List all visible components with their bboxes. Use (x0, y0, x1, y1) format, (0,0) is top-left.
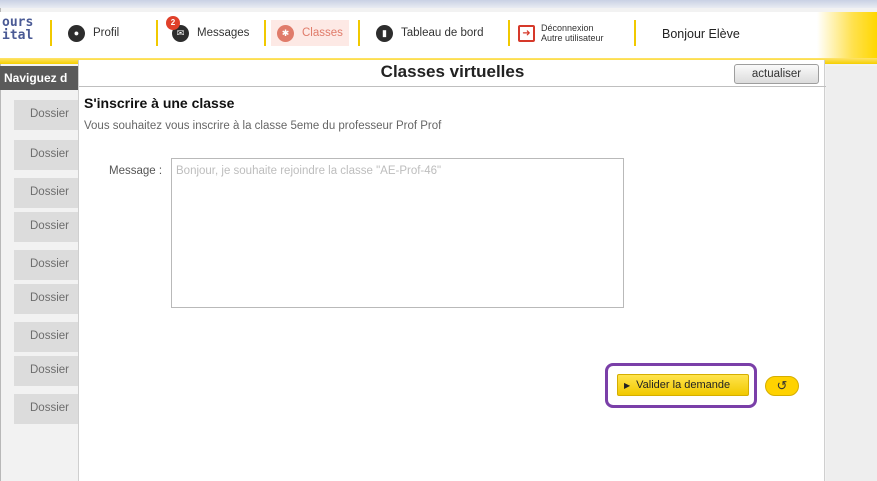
submit-request-label: Valider la demande (636, 379, 731, 391)
enrollment-description: Vous souhaitez vous inscrire à la classe… (84, 120, 442, 132)
section-title: S'inscrire à une classe (84, 95, 235, 111)
dialog-title: Classes virtuelles (380, 62, 525, 81)
sidebar-folder-item[interactable]: Dossier (14, 140, 78, 170)
chart-icon: ▮ (376, 24, 393, 42)
nav-separator (508, 20, 510, 46)
logout-label: Déconnexion (541, 23, 594, 33)
nav-separator (358, 20, 360, 46)
sidebar-folder-item[interactable]: Dossier (14, 250, 78, 280)
nav-separator (264, 20, 266, 46)
sidebar-folder-item[interactable]: Dossier (14, 212, 78, 242)
unread-messages-badge: 2 (166, 16, 180, 30)
nav-logout[interactable]: ➜ Déconnexion Autre utilisateur (518, 20, 604, 46)
submit-request-button[interactable]: ▶ Valider la demande (617, 374, 749, 396)
app-logo[interactable]: ours ital (2, 16, 48, 50)
sidebar-folder-item[interactable]: Dossier (14, 178, 78, 208)
user-greeting: Bonjour Elève (662, 27, 740, 41)
nav-separator (50, 20, 52, 46)
message-textarea[interactable] (171, 158, 624, 308)
nav-separator (634, 20, 636, 46)
nav-classes-label: Classes (302, 27, 343, 39)
undo-arrow-icon: ↺ (776, 378, 788, 393)
right-background-panel (826, 66, 877, 481)
classes-icon: ✱ (277, 24, 294, 42)
nav-messages-label: Messages (197, 27, 250, 39)
message-label: Message : (109, 165, 163, 177)
back-button[interactable]: ↺ (765, 376, 799, 396)
sidebar-folder-item[interactable]: Dossier (14, 394, 78, 424)
logo-line-2: ital (2, 28, 34, 43)
sidebar-folder-item[interactable]: Dossier (14, 356, 78, 386)
nav-profile-label: Profil (93, 27, 120, 39)
nav-separator (156, 20, 158, 46)
nav-profile[interactable]: ● Profil (68, 20, 119, 46)
sidebar-folder-item[interactable]: Dossier (14, 284, 78, 314)
nav-messages[interactable]: ✉ Messages (172, 20, 249, 46)
logout-icon: ➜ (518, 24, 535, 42)
nav-dashboard-label: Tableau de bord (401, 27, 484, 39)
sidebar-heading: Naviguez d (0, 66, 78, 90)
sidebar-folder-item[interactable]: Dossier (14, 100, 78, 130)
switch-user-label: Autre utilisateur (541, 33, 604, 43)
sidebar-folder-item[interactable]: Dossier (14, 322, 78, 352)
nav-classes[interactable]: ✱ Classes (271, 20, 349, 46)
nav-dashboard[interactable]: ▮ Tableau de bord (376, 20, 483, 46)
header-accent (817, 12, 877, 58)
play-arrow-icon: ▶ (624, 380, 631, 390)
title-divider (79, 86, 826, 87)
refresh-button[interactable]: actualiser (734, 64, 819, 84)
classes-dialog: Classes virtuelles actualiser S'inscrire… (78, 60, 826, 481)
user-icon: ● (68, 24, 85, 42)
window-top-strip (0, 0, 877, 8)
